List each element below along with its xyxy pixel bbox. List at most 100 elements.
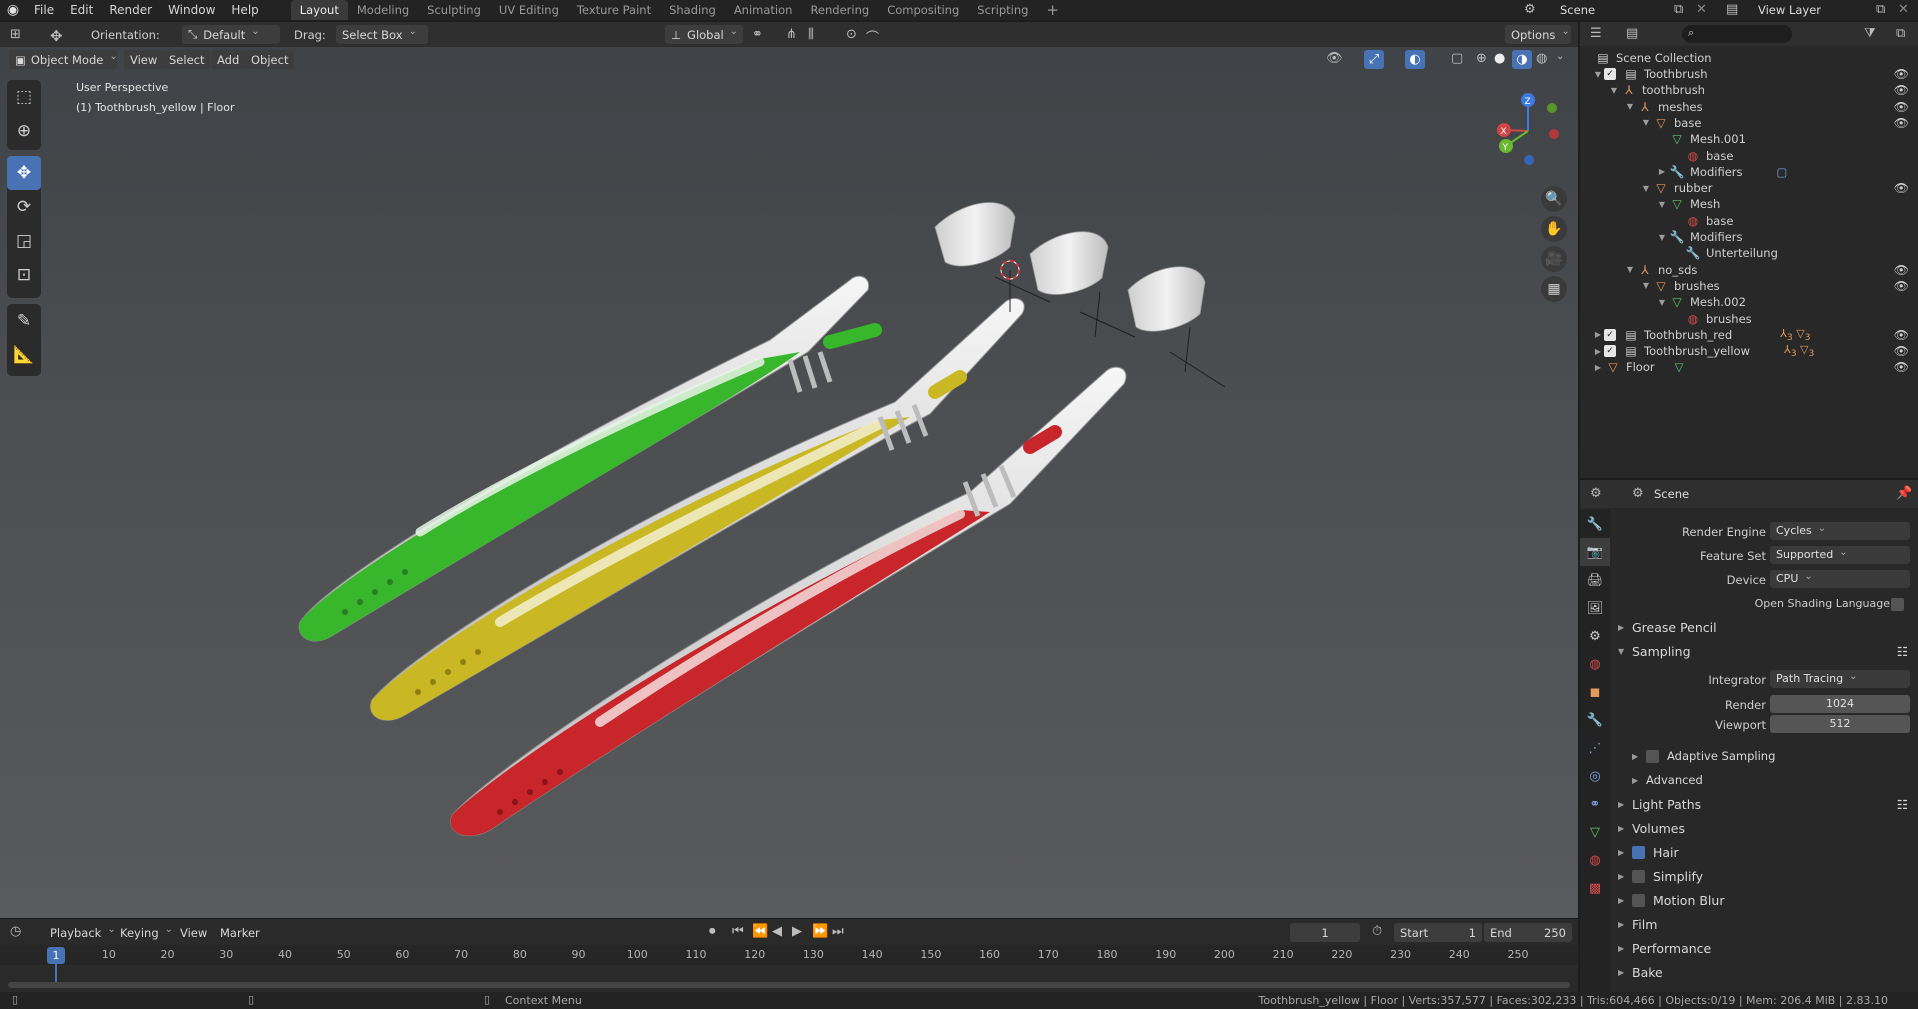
- zoom-view-button[interactable]: 🔍: [1541, 186, 1567, 212]
- snap-icon[interactable]: ⋔: [786, 27, 797, 42]
- new-collection-icon[interactable]: ⧉: [1896, 26, 1905, 41]
- section-hair[interactable]: ▶ Hair: [1618, 841, 1908, 863]
- tab-constraints[interactable]: ⚭: [1580, 790, 1610, 818]
- tab-modifiers[interactable]: 🔧: [1580, 706, 1610, 734]
- simplify-checkbox[interactable]: [1632, 869, 1645, 883]
- jump-keyframe-forward-icon[interactable]: ⏩: [812, 924, 828, 939]
- section-sampling[interactable]: ▼ Sampling ☷: [1618, 640, 1908, 662]
- collapse-icon[interactable]: ▼: [1640, 184, 1652, 193]
- menu-view[interactable]: View: [124, 50, 164, 69]
- toothbrush-red[interactable]: [450, 266, 1206, 837]
- tab-data[interactable]: ▽: [1580, 818, 1610, 846]
- section-simplify[interactable]: ▶ Simplify: [1618, 865, 1908, 887]
- eye-icon[interactable]: 👁: [1894, 67, 1909, 81]
- adaptive-sampling-checkbox[interactable]: [1646, 749, 1659, 763]
- collapse-icon[interactable]: ▼: [1656, 233, 1668, 242]
- section-light-paths[interactable]: ▶ Light Paths ☷: [1618, 793, 1908, 815]
- timeline-scrollbar[interactable]: [8, 982, 1570, 988]
- hair-checkbox[interactable]: [1632, 845, 1645, 859]
- tab-sculpting[interactable]: Sculpting: [418, 0, 490, 20]
- tab-render[interactable]: 📷: [1580, 538, 1610, 566]
- menu-add[interactable]: Add: [211, 50, 246, 69]
- tab-layout[interactable]: Layout: [290, 0, 348, 20]
- device-dropdown[interactable]: CPU: [1770, 570, 1910, 588]
- section-volumes[interactable]: ▶ Volumes: [1618, 817, 1908, 839]
- outliner-row-object-floor[interactable]: ▶ ▽ Floor ▽ 👁: [1580, 357, 1918, 377]
- osl-checkbox[interactable]: [1891, 598, 1904, 611]
- close-view-layer-icon[interactable]: ✕: [1898, 2, 1909, 17]
- expand-icon[interactable]: ▶: [1592, 347, 1604, 356]
- expand-icon[interactable]: ▶: [1592, 363, 1604, 372]
- transform-pivot-icon[interactable]: ✥: [50, 27, 63, 45]
- play-icon[interactable]: ▶: [792, 924, 802, 939]
- menu-file[interactable]: File: [26, 3, 62, 17]
- scene-name[interactable]: Scene: [1560, 3, 1595, 17]
- record-icon[interactable]: ⏺: [709, 924, 716, 939]
- eye-icon[interactable]: 👁: [1894, 116, 1909, 130]
- add-workspace-button[interactable]: +: [1037, 0, 1068, 20]
- keying-menu[interactable]: Keying: [114, 923, 179, 942]
- menu-select[interactable]: Select: [163, 50, 211, 69]
- timeline-editor-icon[interactable]: ◷: [10, 924, 21, 939]
- jump-keyframe-back-icon[interactable]: ⏪: [752, 924, 768, 939]
- options-dropdown[interactable]: Options: [1505, 25, 1571, 44]
- measure-tool[interactable]: 📐: [7, 338, 41, 372]
- tab-world[interactable]: ◍: [1580, 650, 1610, 678]
- jump-end-icon[interactable]: ⏭: [832, 924, 844, 939]
- section-performance[interactable]: ▶ Performance: [1618, 937, 1908, 959]
- subsection-adaptive-sampling[interactable]: ▶ Adaptive Sampling: [1632, 745, 1918, 767]
- collapse-icon[interactable]: ▼: [1640, 281, 1652, 290]
- marker-menu[interactable]: Marker: [214, 923, 266, 942]
- menu-help[interactable]: Help: [223, 3, 266, 17]
- presets-list-icon[interactable]: ☷: [1897, 797, 1908, 812]
- transform-orientation-dropdown[interactable]: ⊥ Global: [665, 25, 743, 44]
- expand-icon[interactable]: ▶: [1592, 330, 1604, 339]
- eye-icon[interactable]: 👁: [1894, 344, 1909, 358]
- tab-tool[interactable]: 🔧: [1580, 510, 1610, 538]
- camera-view-button[interactable]: 🎥: [1541, 246, 1567, 272]
- pin-icon[interactable]: 📌: [1896, 486, 1912, 501]
- editor-type-icon[interactable]: ⊞: [10, 27, 21, 42]
- tab-modeling[interactable]: Modeling: [348, 0, 418, 20]
- viewport-samples-field[interactable]: 512: [1770, 715, 1910, 733]
- outliner-search-input[interactable]: ⌕: [1682, 25, 1792, 43]
- tab-view-layer[interactable]: 🖼: [1580, 594, 1610, 622]
- tab-physics[interactable]: ◎: [1580, 762, 1610, 790]
- menu-edit[interactable]: Edit: [62, 3, 101, 17]
- eye-icon[interactable]: 👁: [1894, 360, 1909, 374]
- gizmo-toggle-icon[interactable]: ⤢: [1364, 50, 1384, 69]
- tab-texture[interactable]: ▩: [1580, 874, 1610, 902]
- tab-rendering[interactable]: Rendering: [801, 0, 878, 20]
- preview-range-icon[interactable]: ⏱: [1372, 924, 1382, 939]
- play-reverse-icon[interactable]: ◀: [772, 924, 782, 939]
- outliner-editor-icon[interactable]: ☰: [1590, 26, 1602, 41]
- overlays-icon[interactable]: ◐: [1405, 50, 1425, 69]
- tab-compositing[interactable]: Compositing: [878, 0, 968, 20]
- collapse-icon[interactable]: ▼: [1592, 70, 1604, 79]
- drag-dropdown[interactable]: Select Box: [336, 25, 428, 44]
- current-frame-field[interactable]: 1: [1290, 923, 1360, 942]
- blender-logo-icon[interactable]: ◉: [0, 2, 26, 18]
- properties-editor-icon[interactable]: ⚙: [1590, 486, 1602, 501]
- 3d-viewport[interactable]: ⊞ ✥ Orientation: ⤡ Default Drag: Select B…: [0, 22, 1578, 918]
- tab-texture-paint[interactable]: Texture Paint: [568, 0, 660, 20]
- shading-material-icon[interactable]: ◑: [1512, 50, 1532, 69]
- tab-scene[interactable]: ⚙: [1580, 622, 1610, 650]
- shading-solid-icon[interactable]: ●: [1494, 51, 1505, 66]
- menu-window[interactable]: Window: [160, 3, 223, 17]
- tab-uv-editing[interactable]: UV Editing: [490, 0, 568, 20]
- render-engine-dropdown[interactable]: Cycles: [1770, 522, 1910, 540]
- exclude-checkbox[interactable]: ✓: [1604, 328, 1616, 341]
- menu-object[interactable]: Object: [245, 50, 295, 69]
- collapse-icon[interactable]: ▼: [1624, 265, 1636, 274]
- start-frame-field[interactable]: Start 1: [1394, 923, 1482, 942]
- rotate-tool[interactable]: ⟳: [7, 190, 41, 224]
- tab-output[interactable]: 🖨: [1580, 566, 1610, 594]
- eye-icon[interactable]: 👁: [1894, 181, 1909, 195]
- collapse-icon[interactable]: ▼: [1608, 86, 1620, 95]
- expand-icon[interactable]: ▶: [1656, 167, 1668, 176]
- section-motion-blur[interactable]: ▶ Motion Blur: [1618, 889, 1908, 911]
- select-box-tool[interactable]: ⬚: [7, 80, 41, 114]
- collapse-icon[interactable]: ▼: [1624, 102, 1636, 111]
- tab-scripting[interactable]: Scripting: [968, 0, 1037, 20]
